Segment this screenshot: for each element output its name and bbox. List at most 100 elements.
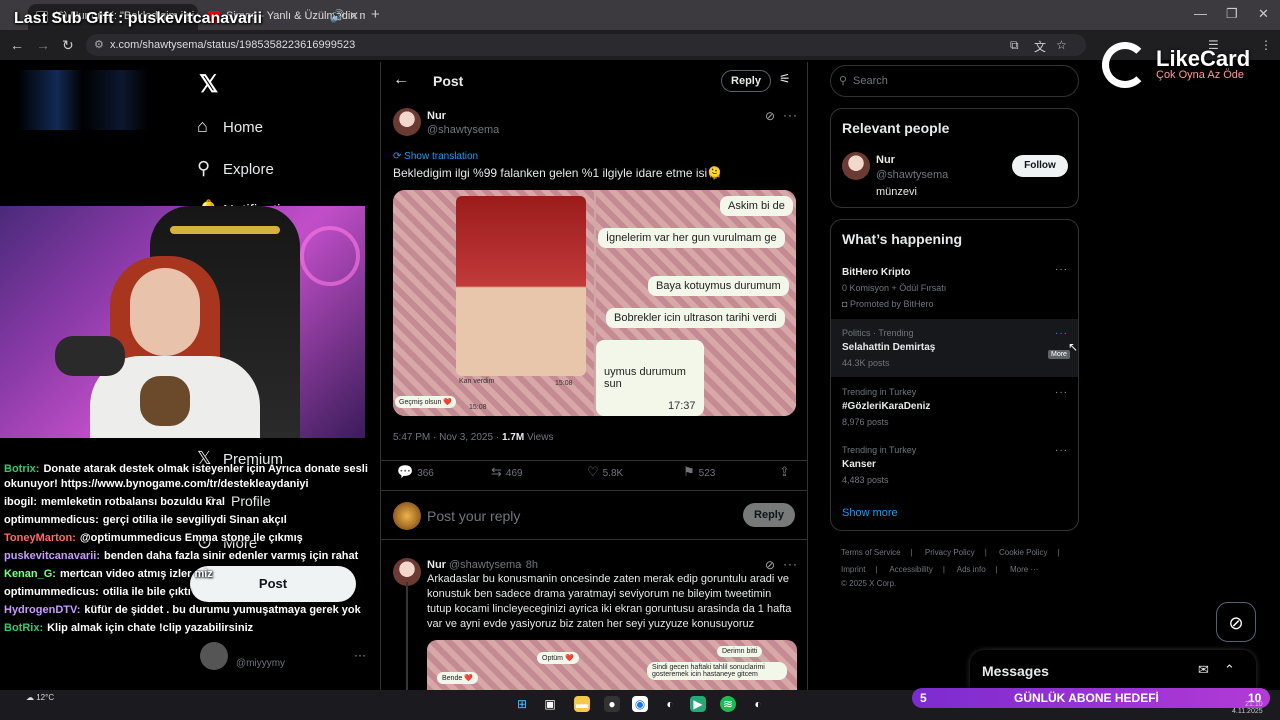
person-handle[interactable]: @shawtysema (876, 169, 948, 181)
app-icon[interactable]: ◐ (662, 696, 678, 712)
footer-more-link[interactable]: More ··· (1010, 565, 1038, 574)
task-view-icon[interactable]: ▣ (542, 696, 558, 712)
streamer-webcam (0, 206, 365, 438)
close-tab-icon[interactable]: ✕ (349, 9, 359, 23)
author-handle[interactable]: @shawtysema (427, 124, 499, 136)
chat-text: memleketin rotbalansı bozuldu kral (41, 496, 225, 508)
footer-link[interactable]: Terms of Service (841, 548, 901, 557)
trend-count: 8,976 posts (842, 417, 889, 427)
reply-text: Arkadaslar bu konusmanin oncesinde zaten… (427, 573, 792, 630)
search-input[interactable]: ⚲ Search (830, 65, 1079, 97)
footer-link[interactable]: Cookie Policy (999, 548, 1047, 557)
person-avatar[interactable] (842, 152, 870, 180)
back-arrow-icon[interactable]: ← (393, 71, 409, 89)
author-name[interactable]: Nur (427, 110, 446, 122)
show-more-link[interactable]: Show more (842, 507, 898, 519)
new-tab-button[interactable]: + (371, 6, 380, 23)
microphone (55, 336, 125, 376)
heart-icon: ♡ (587, 464, 599, 479)
footer-link[interactable]: Accessibility (889, 565, 933, 574)
file-explorer-icon[interactable]: ▬ (574, 696, 590, 712)
spotify-icon[interactable]: ≋ (720, 696, 736, 712)
forward-arrow-icon[interactable]: → (36, 37, 50, 53)
minimize-icon[interactable]: — (1194, 6, 1207, 21)
nav-home[interactable]: ⌂ Home (197, 116, 263, 137)
x-logo-icon[interactable]: 𝕏 (199, 70, 218, 99)
reply-header-button[interactable]: Reply (721, 70, 771, 92)
trend-more-icon[interactable]: ··· (1055, 328, 1068, 339)
reply-author-name[interactable]: Nur (427, 559, 446, 571)
sub-goal-label: GÜNLÜK ABONE HEDEFİ (1014, 691, 1159, 705)
trend-more-icon[interactable]: ··· (1055, 445, 1068, 456)
chat-message: HydrogenDTV: küfür de şiddet . bu durumu … (4, 603, 374, 618)
expand-chevron-icon[interactable]: ⌃ (1224, 662, 1235, 678)
site-info-icon[interactable]: ⚙ (94, 38, 104, 51)
message-bubble: Askim bi de (720, 196, 793, 216)
chrome-icon[interactable]: ◉ (632, 696, 648, 712)
maximize-icon[interactable]: ❐ (1226, 6, 1238, 22)
search-placeholder: Search (853, 75, 888, 87)
post-time[interactable]: 5:47 PM · Nov 3, 2025 (393, 432, 493, 443)
new-message-icon[interactable]: ✉ (1198, 662, 1209, 678)
nav-label: Explore (223, 161, 274, 178)
cast-icon[interactable]: ⧉ (1010, 38, 1019, 53)
chat-message: ibogil: memleketin rotbalansı bozuldu kra… (4, 495, 374, 510)
show-translation-link[interactable]: ⟳ Show translation (393, 151, 478, 162)
app-icon[interactable]: ◐ (750, 696, 766, 712)
reply-submit-button[interactable]: Reply (743, 503, 795, 527)
url-field[interactable]: ⚙ x.com/shawtysema/status/19853582236169… (86, 34, 1086, 56)
translate-icon[interactable]: 文 (1034, 38, 1046, 55)
messages-drawer[interactable]: Messages ✉ ⌃ (970, 650, 1256, 690)
post-more-icon[interactable]: ··· (783, 108, 798, 122)
likecard-logo-icon (1102, 42, 1148, 88)
account-avatar[interactable] (200, 642, 228, 670)
obs-icon[interactable]: ● (604, 696, 620, 712)
trend-more-icon[interactable]: ··· (1055, 264, 1068, 275)
media-image-right[interactable]: Askim bi de İgnelerim var her gun vurulm… (596, 190, 796, 416)
weather-widget[interactable]: ☁ 12°C (26, 693, 54, 702)
close-window-icon[interactable]: ✕ (1258, 6, 1269, 22)
bookmark-action[interactable]: ⚑ 523 (683, 464, 715, 480)
trend-more-icon[interactable]: ··· (1055, 387, 1068, 398)
audio-icon[interactable]: 🔊 (330, 9, 345, 23)
reply-time[interactable]: · 8h (519, 559, 538, 571)
reload-icon[interactable]: ↻ (62, 37, 74, 54)
neon-light (300, 226, 360, 286)
trend-description: 0 Komisyon + Ödül Fırsatı (842, 283, 947, 293)
chat-message: optimummedicus: otilia ile bile çıktı (4, 585, 374, 600)
chat-text: küfür de şiddet . bu durumu yumuşatmaya … (84, 604, 361, 616)
reply-media[interactable]: Optüm ❤️ Bende ❤️ Derimn bitti Sindi gec… (427, 640, 797, 690)
post-media[interactable]: Kan verdim 15:08 Geçmiş olsun ❤️ 15:08 A… (393, 190, 796, 416)
bookmark-star-icon[interactable]: ☆ (1056, 38, 1067, 52)
reply-author-handle[interactable]: @shawtysema (449, 559, 521, 571)
reply-action[interactable]: 💬 366 (397, 464, 434, 480)
stream-last-sub-overlay: Last Sub Gift : puskevitcanavarii (14, 10, 263, 27)
footer-link[interactable]: Privacy Policy (925, 548, 975, 557)
repost-action[interactable]: ⇆ 469 (491, 464, 523, 480)
grok-fab-icon[interactable]: ⊘ (1216, 602, 1256, 642)
share-action[interactable]: ⇪ (779, 464, 794, 480)
person-name[interactable]: Nur (876, 154, 895, 166)
footer-link[interactable]: Imprint (841, 565, 865, 574)
reply-input[interactable]: Post your reply (427, 508, 520, 524)
footer-link[interactable]: Ads info (957, 565, 986, 574)
follow-button[interactable]: Follow (1012, 155, 1068, 177)
start-icon[interactable]: ⊞ (514, 696, 530, 712)
nav-explore[interactable]: ⚲ Explore (197, 158, 274, 179)
taskbar-clock[interactable]: 21:10 4.11.2025 (1232, 701, 1263, 715)
likecard-sponsor-logo: LikeCard Çok Oyna Az Öde (1100, 42, 1270, 92)
app-icon[interactable]: ▶ (690, 696, 706, 712)
author-avatar[interactable] (393, 108, 421, 136)
trend-name: Kanser (842, 459, 876, 470)
grok-icon[interactable]: ⊘ (765, 109, 775, 123)
media-image-left[interactable]: Kan verdim 15:08 Geçmiş olsun ❤️ 15:08 (393, 190, 594, 416)
filter-sliders-icon[interactable]: ⚟ (779, 71, 791, 87)
reply-more-icon[interactable]: ··· (783, 557, 798, 571)
chair-stripe (170, 226, 280, 234)
grok-icon[interactable]: ⊘ (765, 558, 775, 572)
trend-name: #GözleriKaraDeniz (842, 401, 931, 412)
like-action[interactable]: ♡ 5.8K (587, 464, 623, 480)
trend-name: Selahattin Demirtaş (842, 342, 936, 353)
account-menu-icon[interactable]: ··· (354, 648, 366, 662)
back-arrow-icon[interactable]: ← (10, 37, 24, 53)
